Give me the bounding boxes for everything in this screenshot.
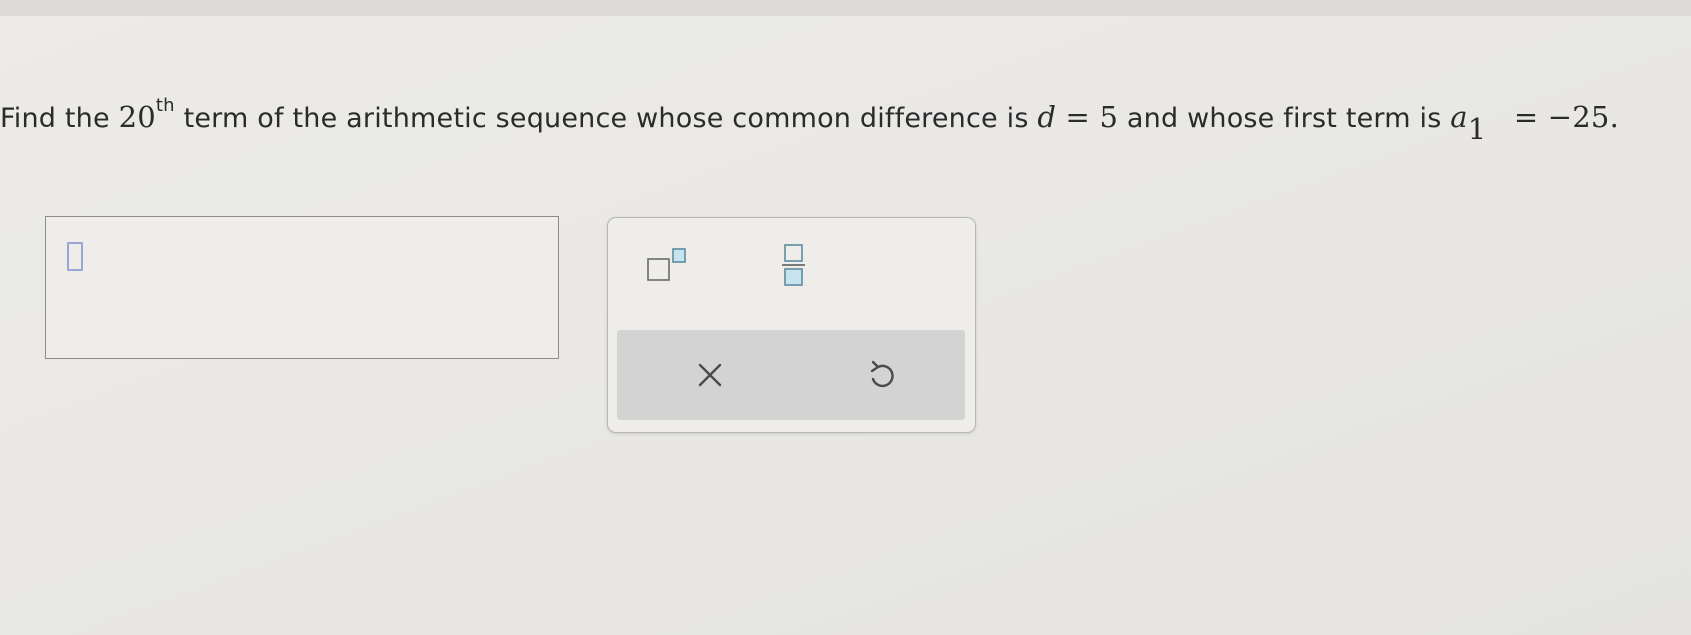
question-mid-text: term of the arithmetic sequence whose co… — [174, 103, 1038, 134]
close-x-icon — [698, 363, 722, 387]
answer-cursor-placeholder — [67, 242, 83, 271]
fraction-button[interactable] — [760, 236, 830, 294]
superscript-template-icon — [647, 248, 686, 281]
keypad-action-bar — [617, 330, 965, 420]
first-term-value: = −25. — [1504, 100, 1619, 134]
question-text: Find the 20th term of the arithmetic seq… — [0, 97, 1619, 144]
first-term-subscript: 1 — [1467, 112, 1487, 147]
question-and-text: and whose first term is — [1118, 103, 1451, 134]
fraction-template-icon — [782, 244, 805, 286]
answer-input[interactable] — [45, 216, 559, 359]
question-prefix: Find the — [0, 103, 119, 134]
superscript-button[interactable] — [634, 240, 704, 290]
difference-value: = 5 — [1056, 100, 1119, 134]
undo-button[interactable] — [847, 345, 917, 405]
math-keypad — [607, 217, 976, 433]
difference-variable: d — [1037, 100, 1057, 134]
first-term-variable: a — [1450, 100, 1468, 134]
top-strip — [0, 0, 1691, 16]
clear-button[interactable] — [675, 345, 745, 405]
undo-icon — [870, 360, 894, 388]
ordinal-suffix: th — [155, 95, 175, 116]
ordinal-number: 20 — [118, 100, 156, 134]
